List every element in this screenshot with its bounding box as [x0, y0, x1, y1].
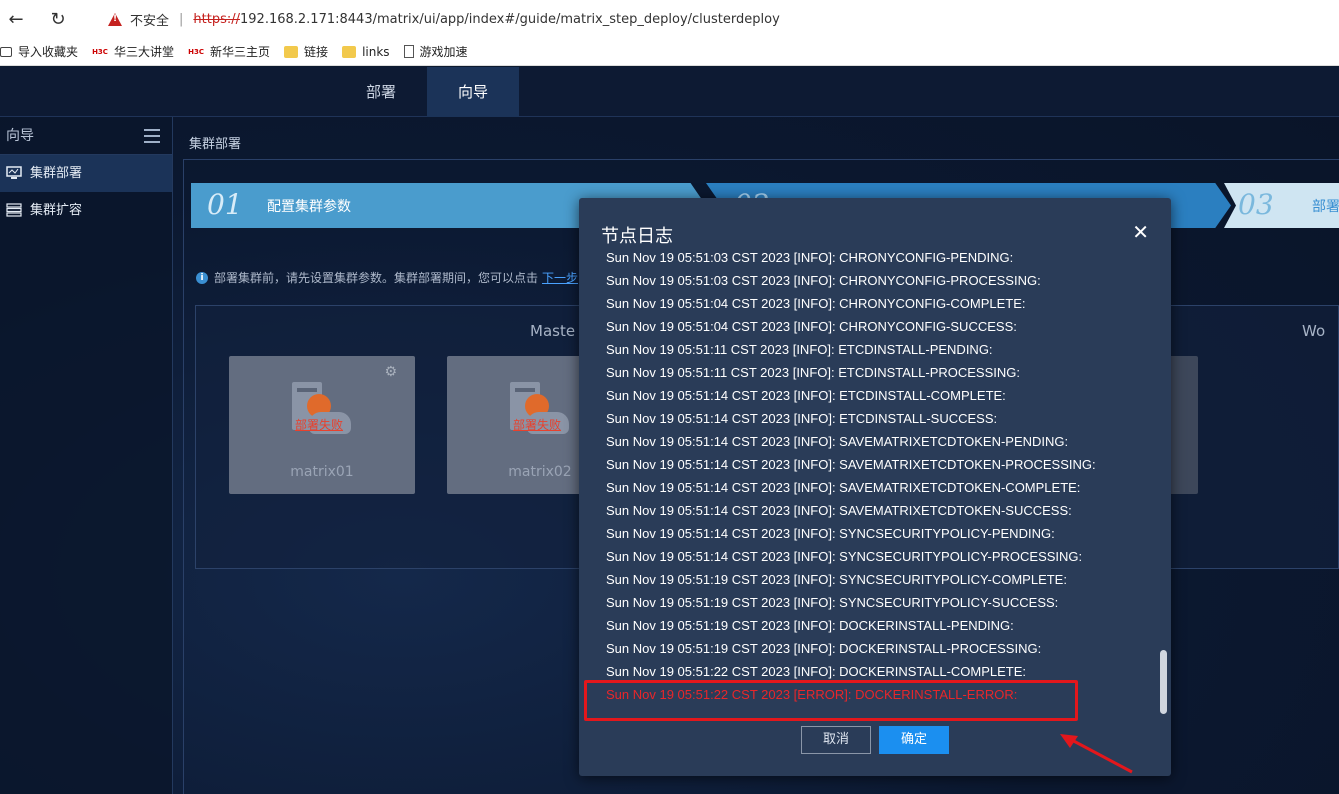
log-line: Sun Nov 19 05:51:14 CST 2023 [INFO]: SYN…: [606, 526, 1055, 541]
error-highlight-box: [584, 680, 1078, 721]
log-line: Sun Nov 19 05:51:14 CST 2023 [INFO]: ETC…: [606, 411, 998, 426]
folder-icon: [284, 45, 299, 58]
bookmark-folder-links-cn[interactable]: 链接: [284, 43, 328, 60]
log-line: Sun Nov 19 05:51:19 CST 2023 [INFO]: DOC…: [606, 641, 1042, 656]
gear-icon[interactable]: ⚙: [384, 364, 397, 380]
info-text: 部署集群前，请先设置集群参数。集群部署期间，您可以点击: [214, 271, 539, 285]
log-line: Sun Nov 19 05:51:14 CST 2023 [INFO]: SAV…: [606, 457, 1096, 472]
tab-deploy[interactable]: 部署: [335, 67, 427, 117]
security-warning[interactable]: 不安全 |: [108, 10, 193, 29]
step-3: 03 部署: [1224, 183, 1339, 228]
annotation-arrow-icon: [1060, 734, 1133, 774]
url-separator: |: [179, 11, 184, 27]
bookmark-label: links: [362, 44, 390, 59]
step-number: 03: [1238, 188, 1274, 221]
server-rack-icon: [6, 203, 22, 217]
monitor-icon: [6, 166, 22, 179]
sidebar: 向导 集群部署 集群扩容: [0, 117, 173, 794]
tab-guide[interactable]: 向导: [427, 67, 519, 117]
info-tip: i 部署集群前，请先设置集群参数。集群部署期间，您可以点击 下一步 在部: [196, 269, 606, 286]
log-line: Sun Nov 19 05:51:14 CST 2023 [INFO]: SYN…: [606, 549, 1083, 564]
log-list[interactable]: Sun Nov 19 05:51:03 CST 2023 [INFO]: CHR…: [579, 246, 1171, 722]
sidebar-title: 向导: [0, 117, 172, 155]
top-navigation: 部署 向导: [0, 67, 1339, 117]
next-step-link[interactable]: 下一步: [542, 269, 578, 286]
breadcrumb: 集群部署: [189, 137, 242, 152]
log-line: Sun Nov 19 05:51:04 CST 2023 [INFO]: CHR…: [606, 319, 1017, 334]
bookmark-label: 链接: [304, 45, 329, 59]
close-icon[interactable]: ✕: [1132, 220, 1149, 244]
log-scrollbar[interactable]: [1160, 650, 1167, 714]
reload-icon[interactable]: ↻: [44, 5, 72, 33]
bookmark-label: 导入收藏夹: [18, 45, 79, 59]
folder-icon: [342, 45, 357, 58]
url-scheme: https://: [193, 11, 241, 27]
log-line: Sun Nov 19 05:51:19 CST 2023 [INFO]: DOC…: [606, 618, 1014, 633]
log-line: Sun Nov 19 05:51:14 CST 2023 [INFO]: ETC…: [606, 388, 1006, 403]
log-line: Sun Nov 19 05:51:03 CST 2023 [INFO]: CHR…: [606, 250, 1014, 265]
page-icon: [403, 45, 414, 58]
bookmark-import[interactable]: 导入收藏夹: [0, 43, 79, 60]
sidebar-item-cluster-deploy[interactable]: 集群部署: [0, 155, 172, 192]
bookmark-label: 新华三主页: [210, 45, 271, 59]
bookmark-h3c-lecture[interactable]: H3C 华三大讲堂: [92, 43, 174, 60]
bookmark-game-boost[interactable]: 游戏加速: [403, 43, 468, 60]
sidebar-item-label: 集群部署: [30, 166, 83, 181]
sidebar-title-text: 向导: [6, 128, 34, 144]
step-label: 部署: [1312, 199, 1339, 215]
bookmarks-bar: 导入收藏夹 H3C 华三大讲堂 H3C 新华三主页 链接 links 游戏加速: [0, 38, 1339, 66]
node-card-partial: [1168, 356, 1198, 494]
log-line: Sun Nov 19 05:51:04 CST 2023 [INFO]: CHR…: [606, 296, 1026, 311]
sidebar-item-cluster-expand[interactable]: 集群扩容: [0, 192, 172, 229]
master-section-title: Maste: [530, 322, 576, 340]
log-line: Sun Nov 19 05:51:11 CST 2023 [INFO]: ETC…: [606, 365, 1020, 380]
log-line: Sun Nov 19 05:51:14 CST 2023 [INFO]: SAV…: [606, 480, 1081, 495]
node-status[interactable]: 部署失败: [295, 416, 343, 433]
log-line: Sun Nov 19 05:51:03 CST 2023 [INFO]: CHR…: [606, 273, 1041, 288]
log-line: Sun Nov 19 05:51:11 CST 2023 [INFO]: ETC…: [606, 342, 993, 357]
sidebar-item-label: 集群扩容: [30, 203, 83, 218]
warning-icon: [108, 12, 122, 26]
h3c-icon: H3C: [92, 47, 109, 56]
bookmark-label: 华三大讲堂: [114, 45, 175, 59]
step-label: 配置集群参数: [267, 199, 351, 215]
security-label: 不安全: [130, 13, 170, 29]
node-name: matrix01: [290, 464, 354, 480]
node-card-matrix01[interactable]: ⚙ 部署失败 matrix01: [229, 356, 415, 494]
node-status[interactable]: 部署失败: [513, 416, 561, 433]
info-icon: i: [196, 271, 208, 284]
log-line: Sun Nov 19 05:51:14 CST 2023 [INFO]: SAV…: [606, 434, 1069, 449]
h3c-icon: H3C: [188, 47, 205, 56]
bookmark-h3c-home[interactable]: H3C 新华三主页: [188, 43, 270, 60]
back-arrow-icon[interactable]: ←: [2, 5, 30, 33]
browser-address-bar: ← ↻ 不安全 | https://192.168.2.171:8443/mat…: [0, 0, 1339, 38]
log-line: Sun Nov 19 05:51:19 CST 2023 [INFO]: SYN…: [606, 595, 1059, 610]
dialog-title: 节点日志: [601, 226, 673, 247]
log-line: Sun Nov 19 05:51:19 CST 2023 [INFO]: SYN…: [606, 572, 1067, 587]
bookmark-label: 游戏加速: [419, 45, 468, 59]
log-line: Sun Nov 19 05:51:14 CST 2023 [INFO]: SAV…: [606, 503, 1072, 518]
url-path: 192.168.2.171:8443/matrix/ui/app/index#/…: [240, 11, 780, 27]
menu-collapse-icon[interactable]: [144, 129, 160, 143]
import-icon: [0, 46, 12, 57]
confirm-button[interactable]: 确定: [879, 726, 949, 754]
bookmark-folder-links[interactable]: links: [342, 44, 390, 59]
cancel-button[interactable]: 取消: [801, 726, 871, 754]
step-number: 01: [207, 188, 243, 221]
url-field[interactable]: https://192.168.2.171:8443/matrix/ui/app…: [193, 12, 779, 27]
worker-section-title: Wo: [1302, 322, 1326, 340]
